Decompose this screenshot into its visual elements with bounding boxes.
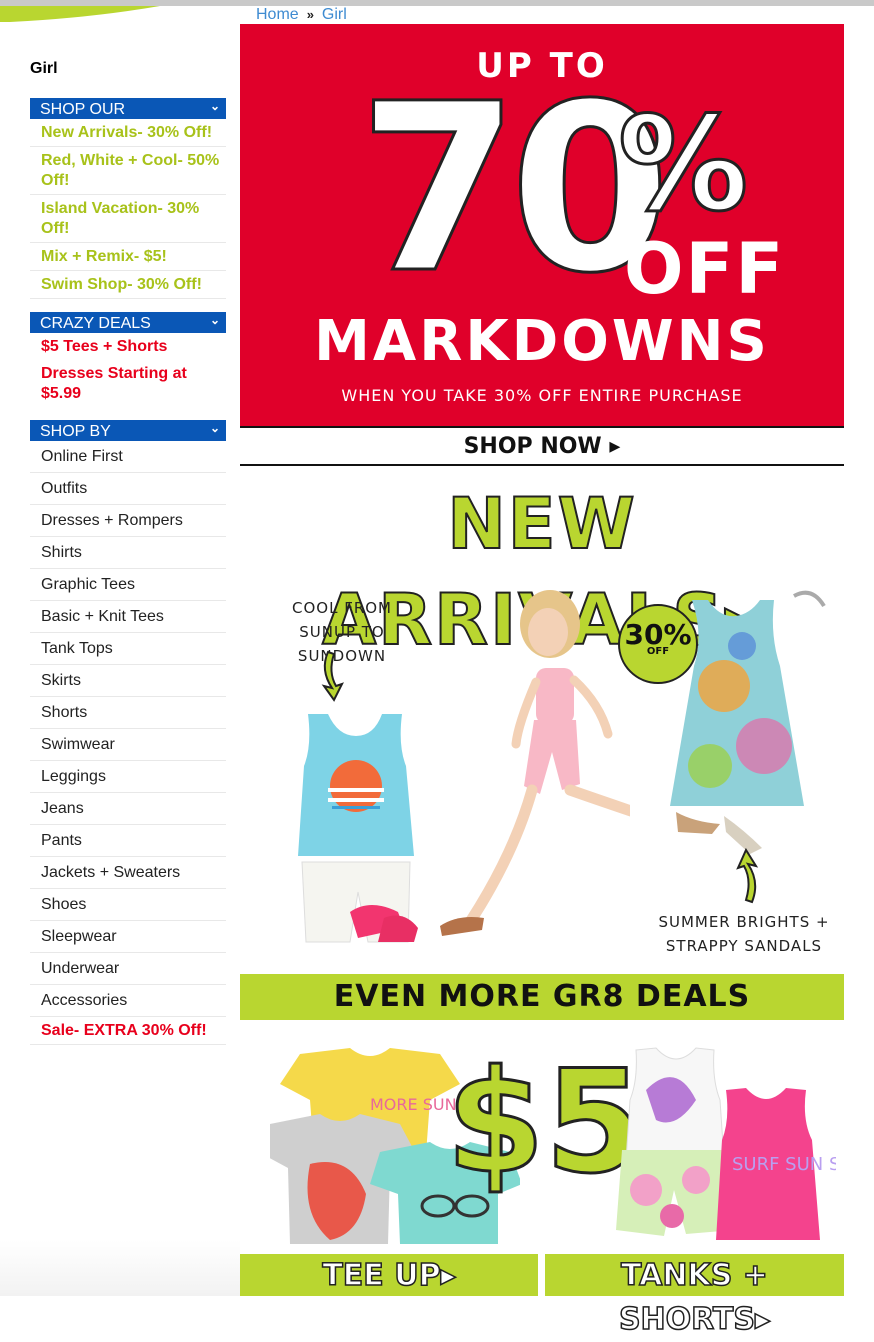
sidebar-item-outfits[interactable]: Outfits bbox=[30, 473, 226, 505]
sidebar-item-dresses-deal[interactable]: Dresses Starting at $5.99 bbox=[30, 360, 226, 407]
sidebar-item-jackets-sweaters[interactable]: Jackets + Sweaters bbox=[30, 857, 226, 889]
sidebar-item-dresses-rompers[interactable]: Dresses + Rompers bbox=[30, 505, 226, 537]
sidebar-item-underwear[interactable]: Underwear bbox=[30, 953, 226, 985]
banner-subline: WHEN YOU TAKE 30% OFF ENTIRE PURCHASE bbox=[341, 386, 743, 405]
banner-headline: MARKDOWNS bbox=[314, 309, 770, 374]
sidebar-bottom-fade bbox=[0, 1240, 240, 1296]
tank-print-text: SURF SUN SAND bbox=[732, 1154, 836, 1175]
sidebar-item-tees-shorts[interactable]: $5 Tees + Shorts bbox=[30, 333, 226, 360]
sidebar-item-swimwear[interactable]: Swimwear bbox=[30, 729, 226, 761]
banner-percent-number: 70 bbox=[357, 54, 673, 324]
sidebar-item-shirts[interactable]: Shirts bbox=[30, 537, 226, 569]
breadcrumb: Home » Girl bbox=[256, 6, 347, 24]
banner-percent-sign: % bbox=[616, 88, 749, 240]
gr8-deals-heading[interactable]: EVEN MORE GR8 DEALS bbox=[240, 974, 844, 1020]
shop-now-button[interactable]: SHOP NOW ▸ bbox=[240, 426, 844, 466]
tee-up-button[interactable]: TEE UP▸ bbox=[240, 1254, 538, 1296]
five-dollar-price: $5 bbox=[445, 1040, 646, 1205]
girl-model-image bbox=[440, 590, 630, 936]
tanks-shorts-image: SURF SUN SAND bbox=[616, 1047, 836, 1240]
sidebar-item-tank-tops[interactable]: Tank Tops bbox=[30, 633, 226, 665]
arrow-up-icon bbox=[736, 848, 759, 904]
sidebar-item-sleepwear[interactable]: Sleepwear bbox=[30, 921, 226, 953]
new-arrivals-scene[interactable]: COOL FROM SUNUP TO SUNDOWN 30% OFF SUMME… bbox=[240, 580, 844, 970]
caption-cool-line1: COOL FROM bbox=[291, 599, 392, 617]
sidebar-item-swim-shop[interactable]: Swim Shop- 30% Off! bbox=[30, 271, 226, 299]
shop-by-heading: SHOP BY bbox=[40, 423, 111, 440]
breadcrumb-separator: » bbox=[306, 7, 314, 22]
sidebar-item-accessories[interactable]: Accessories bbox=[30, 985, 226, 1017]
chevron-down-icon: ⌄ bbox=[209, 421, 220, 435]
crazy-deals-heading: CRAZY DEALS bbox=[40, 315, 151, 332]
sidebar-item-island-vacation[interactable]: Island Vacation- 30% Off! bbox=[30, 195, 226, 243]
chevron-down-icon: ⌄ bbox=[209, 313, 220, 327]
category-title: Girl bbox=[30, 60, 58, 77]
logo-swoosh[interactable] bbox=[0, 6, 160, 22]
sidebar-item-online-first[interactable]: Online First bbox=[30, 441, 226, 473]
new-arrivals-heading[interactable]: NEW ARRIVALS▸ bbox=[240, 476, 844, 662]
sidebar-item-red-white-cool[interactable]: Red, White + Cool- 50% Off! bbox=[30, 147, 226, 195]
tee-print-text: MORE SUN bbox=[370, 1095, 457, 1114]
chevron-down-icon: ⌄ bbox=[209, 99, 220, 113]
banner-off: OFF bbox=[624, 228, 786, 310]
shop-our-heading: SHOP OUR bbox=[40, 101, 126, 118]
breadcrumb-home-link[interactable]: Home bbox=[256, 6, 299, 23]
five-dollar-deals-scene[interactable]: MORE SUN $5 SURF SUN SAND bbox=[240, 1030, 844, 1252]
sidebar-item-mix-remix[interactable]: Mix + Remix- $5! bbox=[30, 243, 226, 271]
sidebar-item-pants[interactable]: Pants bbox=[30, 825, 226, 857]
category-sidebar: Girl SHOP OUR ⌄ New Arrivals- 30% Off! R… bbox=[30, 58, 226, 1045]
sidebar-item-skirts[interactable]: Skirts bbox=[30, 665, 226, 697]
caption-summer-line1: SUMMER BRIGHTS + bbox=[658, 913, 830, 931]
printed-dress-image bbox=[670, 590, 826, 854]
sidebar-item-new-arrivals[interactable]: New Arrivals- 30% Off! bbox=[30, 119, 226, 147]
arrow-down-icon bbox=[321, 650, 344, 702]
breadcrumb-current-link[interactable]: Girl bbox=[322, 6, 347, 23]
sidebar-item-leggings[interactable]: Leggings bbox=[30, 761, 226, 793]
sidebar-item-shorts[interactable]: Shorts bbox=[30, 697, 226, 729]
sidebar-item-basic-knit-tees[interactable]: Basic + Knit Tees bbox=[30, 601, 226, 633]
tanks-shorts-button[interactable]: TANKS + SHORTS▸ bbox=[545, 1254, 844, 1338]
caption-summer-brights: SUMMER BRIGHTS + STRAPPY SANDALS bbox=[654, 910, 834, 958]
sidebar-item-sale[interactable]: Sale- EXTRA 30% Off! bbox=[30, 1017, 226, 1045]
markdowns-banner[interactable]: UP TO 70 % OFF MARKDOWNS WHEN YOU TAKE 3… bbox=[240, 24, 844, 426]
sidebar-item-graphic-tees[interactable]: Graphic Tees bbox=[30, 569, 226, 601]
crazy-deals-header[interactable]: CRAZY DEALS ⌄ bbox=[30, 312, 226, 333]
shop-our-header[interactable]: SHOP OUR ⌄ bbox=[30, 98, 226, 119]
caption-summer-line2: STRAPPY SANDALS bbox=[665, 937, 823, 955]
tank-outfit-image bbox=[298, 714, 418, 943]
shop-by-header[interactable]: SHOP BY ⌄ bbox=[30, 420, 226, 441]
sidebar-item-shoes[interactable]: Shoes bbox=[30, 889, 226, 921]
sidebar-item-jeans[interactable]: Jeans bbox=[30, 793, 226, 825]
